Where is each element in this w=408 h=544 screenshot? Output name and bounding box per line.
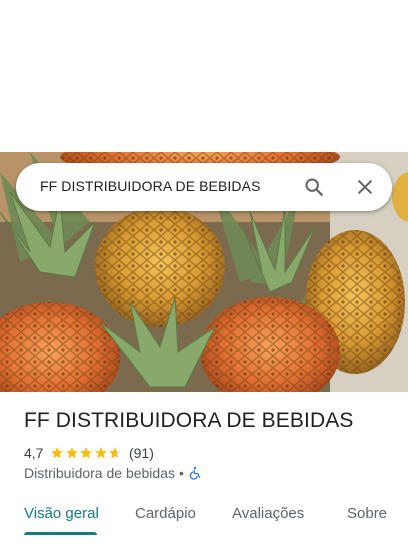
- search-bar[interactable]: FF DISTRIBUIDORA DE BEBIDAS: [16, 163, 392, 211]
- star-rating: [50, 446, 123, 460]
- close-icon: [358, 180, 372, 194]
- active-tab-indicator: [24, 532, 97, 535]
- star-icon: [66, 447, 78, 459]
- tab-bar: Visão geral Cardápio Avaliações Sobre: [0, 498, 408, 538]
- star-icon: [95, 447, 107, 459]
- tab-menu[interactable]: Cardápio: [135, 505, 196, 522]
- tab-overview[interactable]: Visão geral: [24, 505, 99, 522]
- star-icon: [51, 447, 64, 459]
- rating-row[interactable]: 4,7 (91): [24, 444, 154, 462]
- search-button[interactable]: [302, 175, 326, 199]
- rating-value: 4,7: [24, 445, 44, 461]
- place-category: Distribuidora de bebidas: [24, 465, 175, 481]
- review-count[interactable]: (91): [129, 445, 154, 461]
- search-query-text[interactable]: FF DISTRIBUIDORA DE BEBIDAS: [40, 178, 261, 194]
- wheelchair-icon: [189, 466, 200, 480]
- close-button[interactable]: [353, 175, 377, 199]
- tab-about[interactable]: Sobre: [347, 505, 387, 522]
- search-icon: [305, 178, 323, 196]
- tab-reviews[interactable]: Avaliações: [232, 505, 304, 522]
- star-half-icon: [109, 447, 122, 459]
- category-row: Distribuidora de bebidas •: [24, 464, 202, 482]
- separator-dot: •: [178, 465, 184, 481]
- star-icon: [80, 447, 93, 459]
- place-title: FF DISTRIBUIDORA DE BEBIDAS: [24, 409, 354, 432]
